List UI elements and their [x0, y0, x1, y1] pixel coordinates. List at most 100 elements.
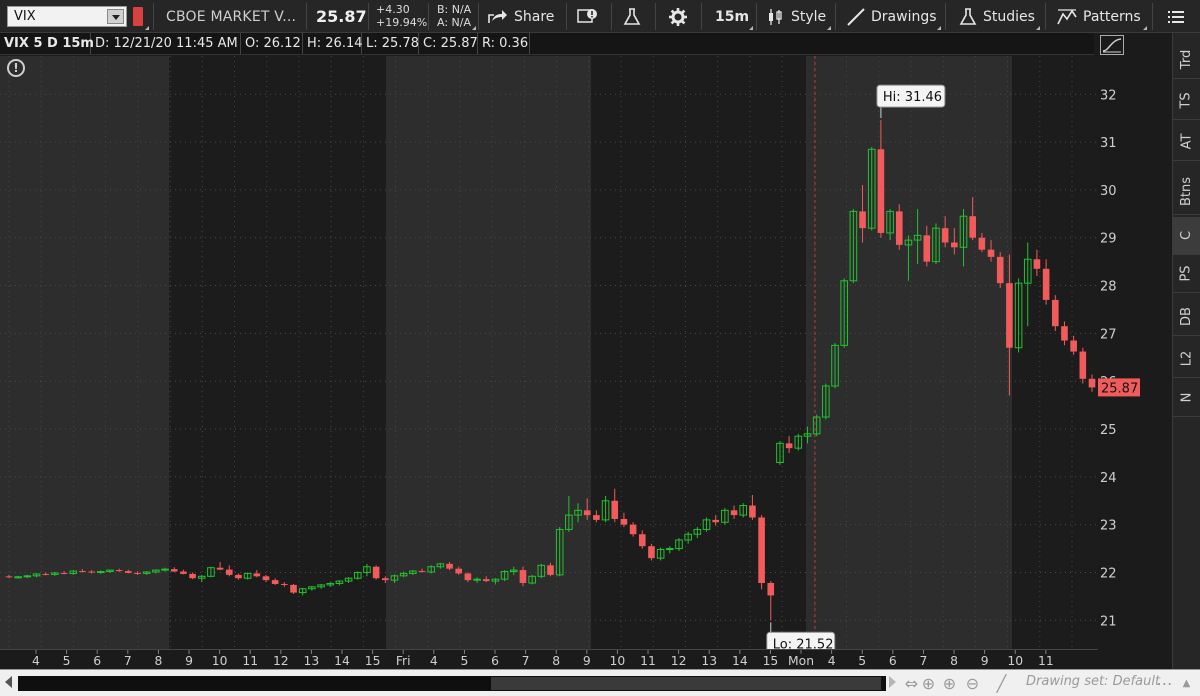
symbol-input[interactable]: VIX: [7, 6, 127, 27]
menu-button[interactable]: [1168, 0, 1190, 33]
price-tick-label: 30: [1100, 184, 1117, 199]
side-tab-at[interactable]: AT: [1173, 123, 1200, 161]
session-band: [806, 56, 1012, 649]
time-axis: 4 5 6 7 8 9 10 11 12 13 14 15 Fri 4 5 6 7 8 9 10 11 12 13 14 15 M…: [0, 649, 1098, 669]
side-tab-label: TS: [1178, 92, 1194, 109]
time-tick-label: 10: [610, 654, 626, 668]
price-tick-label: 25: [1100, 423, 1117, 438]
low-label: Lo: 21.52: [773, 637, 834, 649]
zoom-in-icon[interactable]: ⊕: [941, 675, 958, 692]
candle-body-down: [446, 563, 453, 569]
patterns-button[interactable]: Patterns: [1057, 0, 1141, 33]
time-tick-label: 10: [212, 654, 228, 668]
side-tab-ps[interactable]: PS: [1173, 255, 1200, 293]
side-tab-btns[interactable]: Btns: [1173, 169, 1200, 215]
link-flag-icon[interactable]: [133, 7, 143, 26]
corner-marker-icon: [1036, 26, 1040, 30]
side-tab-label: DB: [1179, 307, 1194, 326]
side-tab-ts[interactable]: TS: [1173, 82, 1200, 120]
price-tick-label: 21: [1100, 614, 1117, 629]
time-tick-label: 6: [491, 654, 499, 668]
side-tab-label: Btns: [1179, 176, 1194, 207]
drawing-tool-icon[interactable]: ╱: [993, 675, 1010, 692]
candlestick-chart[interactable]: Hi: 31.46 Lo: 21.52: [0, 56, 1098, 649]
settings-icon[interactable]: ⋯: [1156, 675, 1173, 692]
candle-body-down: [785, 443, 793, 449]
candle-body-up: [23, 575, 32, 578]
candle-body-down: [1079, 351, 1087, 379]
flask-button[interactable]: [623, 0, 647, 33]
symbol-dropdown-button[interactable]: [107, 9, 124, 24]
bid-ask-block: B: N/A A: N/A: [437, 3, 471, 29]
symbol-description: CBOE MARKET V...: [166, 8, 297, 25]
side-tab-label: AT: [1178, 133, 1194, 150]
side-tab-n[interactable]: N: [1173, 379, 1200, 417]
side-tab-l2[interactable]: L2: [1173, 340, 1200, 378]
bar-close: C: 25.87: [419, 33, 478, 54]
settings-button[interactable]: [668, 0, 694, 33]
side-tab-c[interactable]: C: [1173, 217, 1200, 255]
scrollbar-thumb[interactable]: [491, 677, 881, 690]
candle-body-down: [859, 211, 866, 229]
chart-style-toggle-icon[interactable]: [1100, 35, 1124, 55]
candle-body-down: [418, 571, 426, 573]
price-axis-labels: 21222324252627282930313225.87: [1098, 88, 1140, 629]
scroll-right-icon[interactable]: [889, 676, 896, 688]
price-tick-label: 32: [1100, 88, 1117, 103]
time-tick-label: 12: [671, 654, 687, 668]
candle-body-down: [381, 578, 389, 581]
bar-low: L: 25.78: [362, 33, 419, 54]
toolbar-divider: [478, 3, 479, 30]
alert-icon: [577, 8, 597, 23]
time-tick-label: 5: [63, 654, 71, 668]
corner-marker-icon: [1143, 26, 1147, 30]
style-button[interactable]: Style: [767, 0, 826, 33]
time-tick-label: 8: [950, 654, 958, 668]
time-tick-label: 9: [583, 654, 591, 668]
toolbar-divider: [368, 3, 369, 30]
candle-body-down: [271, 580, 279, 584]
alert-button[interactable]: [577, 0, 605, 33]
share-button[interactable]: Share: [488, 0, 554, 33]
time-tick-label: 9: [981, 654, 989, 668]
candle-body-up: [14, 576, 22, 579]
toolbar-divider: [835, 3, 836, 30]
candle-body-down: [1051, 299, 1059, 327]
zoom-out-icon[interactable]: ⊖: [964, 675, 981, 692]
candle-body-down: [225, 569, 233, 575]
time-tick-label: Fri: [396, 654, 411, 668]
side-tab-db[interactable]: DB: [1173, 298, 1200, 336]
candle-body-down: [189, 573, 196, 579]
candle-body-down: [877, 149, 885, 233]
candle-body-down: [951, 242, 958, 248]
bid-value: B: N/A: [437, 3, 472, 16]
time-tick-label: 4: [828, 654, 836, 668]
candle-body-down: [1006, 283, 1013, 348]
toolbar-divider: [756, 3, 757, 30]
expand-arrow-icon[interactable]: ▲: [1178, 675, 1195, 692]
scroll-left-icon[interactable]: [5, 676, 12, 688]
gear-icon: [669, 7, 687, 26]
corner-marker-icon: [827, 26, 831, 30]
studies-button[interactable]: Studies: [959, 0, 1035, 33]
side-tab-trd[interactable]: Trd: [1173, 41, 1200, 79]
session-band: [386, 56, 591, 649]
timeframe-button[interactable]: 15m: [715, 0, 749, 33]
flask-icon: [959, 7, 977, 25]
price-tick-label: 27: [1100, 327, 1117, 342]
candle-body-down: [611, 500, 619, 519]
time-tick-label: 15: [763, 654, 779, 668]
info-alert-icon[interactable]: !: [7, 59, 25, 77]
side-tab-label: L2: [1178, 350, 1194, 367]
time-tick-label: 13: [304, 654, 320, 668]
candle-body-down: [969, 216, 976, 238]
chart-scrollbar[interactable]: [18, 676, 886, 691]
percent-change: +19.94%: [376, 16, 428, 29]
candle-body-down: [42, 573, 50, 575]
time-tick-label: 13: [701, 654, 717, 668]
price-tick-label: 28: [1100, 280, 1117, 295]
crosshair-icon[interactable]: ⊕: [920, 675, 937, 692]
fit-to-screen-icon[interactable]: ⇔: [903, 675, 920, 692]
drawings-button[interactable]: Drawings: [847, 0, 937, 33]
chart-title: VIX 5 D 15m: [0, 33, 94, 54]
